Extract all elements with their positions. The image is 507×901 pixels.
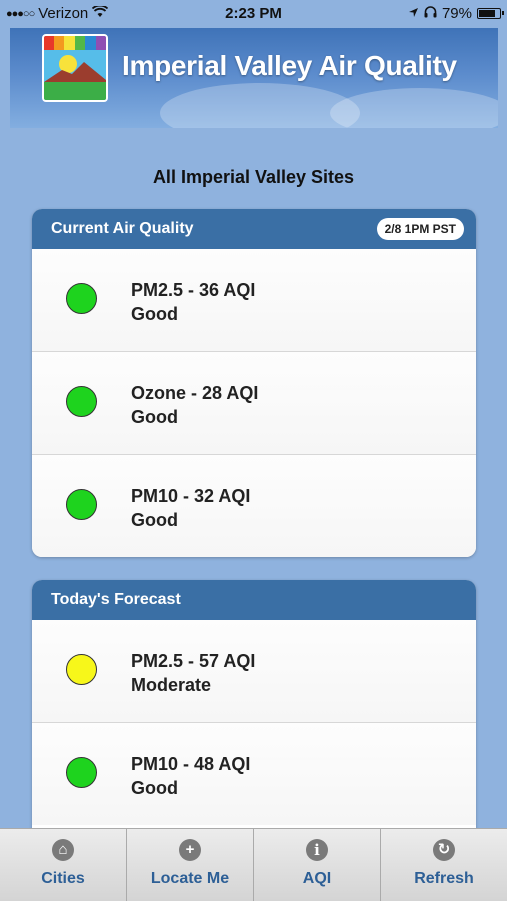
page-title: All Imperial Valley Sites	[152, 167, 355, 187]
card-header: Today's Forecast	[32, 580, 476, 620]
status-right: 79%	[408, 5, 504, 22]
aqi-status-dot	[66, 283, 97, 314]
aqi-row[interactable]: PM2.5 - 57 AQI Moderate	[32, 620, 476, 722]
aqi-row[interactable]: PM2.5 - 36 AQI Good	[32, 249, 476, 351]
cloud-decoration	[160, 83, 360, 128]
tab-cities[interactable]: ⌂ Cities	[0, 829, 127, 901]
aqi-row-text: Ozone - 28 AQI Good	[131, 381, 258, 429]
aqi-status-dot	[66, 489, 97, 520]
app-logo	[42, 34, 108, 102]
headphones-icon	[424, 5, 437, 22]
battery-percent: 79%	[441, 5, 472, 22]
tab-label: Cities	[41, 870, 85, 887]
aqi-row-text: PM2.5 - 57 AQI Moderate	[131, 649, 255, 697]
aqi-label: PM2.5 - 57 AQI	[131, 651, 256, 671]
info-icon: i	[306, 839, 328, 861]
tab-label: Locate Me	[150, 870, 230, 887]
current-list: PM2.5 - 36 AQI Good Ozone - 28 AQI Good …	[32, 249, 476, 557]
plus-icon: +	[179, 839, 201, 861]
card-title: Current Air Quality	[51, 220, 194, 237]
aqi-label: PM10 - 32 AQI	[131, 486, 251, 506]
app-title: Imperial Valley Air Quality	[122, 50, 457, 81]
aqi-status-dot	[66, 386, 97, 417]
cloud-decoration	[330, 88, 498, 128]
tab-label: AQI	[302, 870, 332, 887]
aqi-category: Good	[131, 510, 178, 530]
location-arrow-icon	[408, 5, 419, 22]
tab-locate-me[interactable]: + Locate Me	[127, 829, 254, 901]
card-header: Current Air Quality 2/8 1PM PST	[32, 209, 476, 249]
aqi-row[interactable]: PM10 - 32 AQI Good	[32, 454, 476, 557]
card-title: Today's Forecast	[51, 591, 181, 608]
aqi-row[interactable]: PM10 - 48 AQI Good	[32, 722, 476, 825]
aqi-row-text: PM10 - 32 AQI Good	[131, 484, 250, 532]
aqi-category: Good	[131, 407, 178, 427]
battery-icon	[477, 8, 504, 19]
refresh-icon: ↻	[433, 839, 455, 861]
aqi-category: Moderate	[131, 675, 212, 695]
aqi-label: PM2.5 - 36 AQI	[131, 280, 256, 300]
tab-label: Refresh	[414, 870, 474, 887]
tab-refresh[interactable]: ↻ Refresh	[381, 829, 507, 901]
tab-bar: ⌂ Cities + Locate Me i AQI ↻ Refresh	[0, 828, 507, 901]
timestamp-badge: 2/8 1PM PST	[376, 218, 464, 240]
app-banner: Imperial Valley Air Quality	[10, 28, 498, 128]
forecast-list: PM2.5 - 57 AQI Moderate PM10 - 48 AQI Go…	[32, 620, 476, 825]
current-air-quality-card: Current Air Quality 2/8 1PM PST PM2.5 - …	[32, 209, 476, 557]
aqi-row-text: PM10 - 48 AQI Good	[131, 752, 250, 800]
aqi-label: Ozone - 28 AQI	[131, 383, 259, 403]
status-bar: ●●●○○ Verizon 2:23 PM 79%	[0, 0, 507, 28]
tab-aqi[interactable]: i AQI	[254, 829, 381, 901]
aqi-row-text: PM2.5 - 36 AQI Good	[131, 278, 255, 326]
aqi-row[interactable]: Ozone - 28 AQI Good	[32, 351, 476, 454]
aqi-category: Good	[131, 304, 178, 324]
home-icon: ⌂	[52, 839, 74, 861]
forecast-card: Today's Forecast PM2.5 - 57 AQI Moderate…	[32, 580, 476, 840]
aqi-category: Good	[131, 778, 178, 798]
aqi-label: PM10 - 48 AQI	[131, 754, 251, 774]
aqi-status-dot	[66, 654, 97, 685]
aqi-status-dot	[66, 757, 97, 788]
